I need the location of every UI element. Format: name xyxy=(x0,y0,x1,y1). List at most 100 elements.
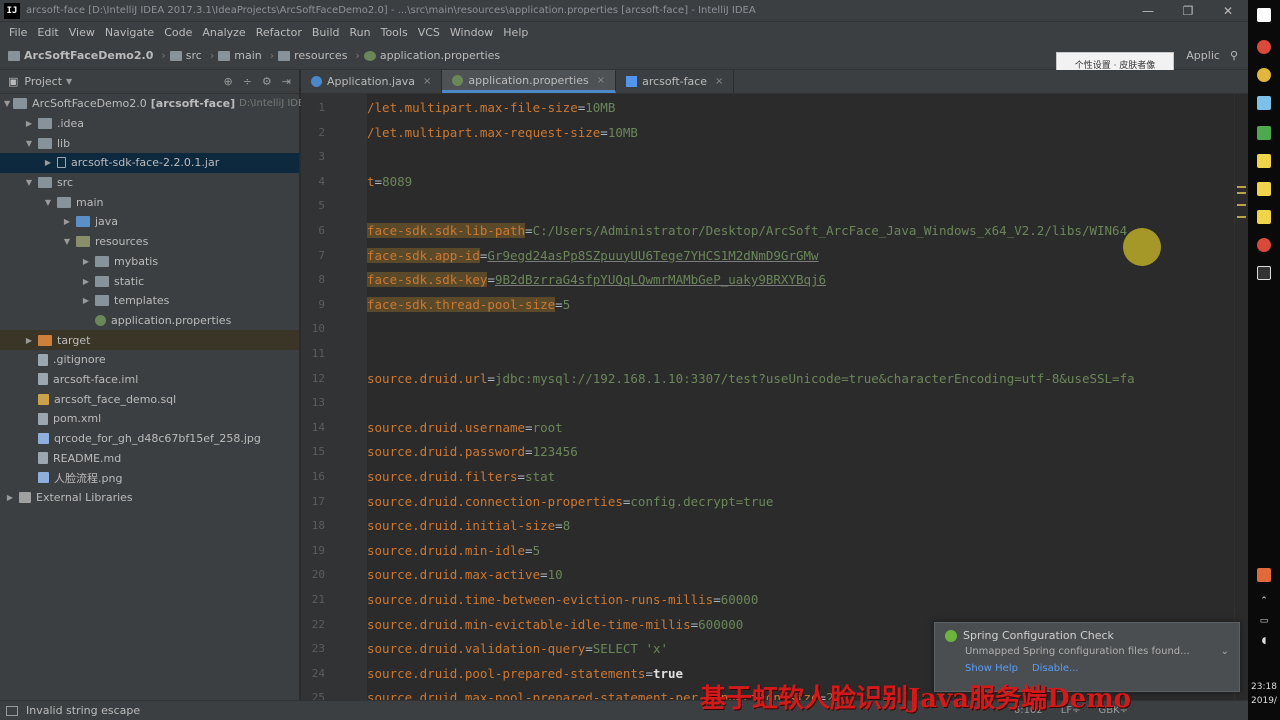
network-icon[interactable]: ▭ xyxy=(1250,616,1278,626)
chevron-right-icon[interactable]: ▶ xyxy=(4,493,16,502)
notes-icon[interactable] xyxy=(1257,210,1271,224)
tree-node[interactable]: ▼ lib xyxy=(0,133,299,153)
editor-tab[interactable]: application.properties × xyxy=(442,70,617,93)
menu-item-navigate[interactable]: Navigate xyxy=(100,26,159,39)
chevron-right-icon[interactable]: ▶ xyxy=(80,277,92,286)
menu-item-edit[interactable]: Edit xyxy=(32,26,63,39)
chevron-down-icon[interactable]: ▼ xyxy=(23,139,35,148)
tree-node[interactable]: ▶ templates xyxy=(0,291,299,311)
code-area[interactable]: /let.multipart.max-file-size=10MB/let.mu… xyxy=(367,94,1234,700)
tree-node[interactable]: ▼ ArcSoftFaceDemo2.0 [arcsoft-face] D:\Inte… xyxy=(0,94,311,114)
scroll-from-source-icon[interactable]: ⊕ xyxy=(223,75,232,88)
notes-icon[interactable] xyxy=(1257,154,1271,168)
tree-node[interactable]: README.md xyxy=(0,448,299,468)
chevron-down-icon[interactable]: ▼ xyxy=(4,99,10,108)
tree-node[interactable]: ▶ target xyxy=(0,330,299,350)
windows-start-icon[interactable] xyxy=(1257,8,1271,22)
close-tab-icon[interactable]: × xyxy=(715,76,723,87)
chrome-icon[interactable] xyxy=(1257,68,1271,82)
menu-item-build[interactable]: Build xyxy=(307,26,345,39)
breadcrumb-main[interactable]: main xyxy=(218,49,262,62)
code-line[interactable]: source.druid.connection-properties=confi… xyxy=(367,491,773,513)
tree-node[interactable]: ▼ src xyxy=(0,173,299,193)
tree-node[interactable]: ▶ static xyxy=(0,271,299,291)
editor-tab[interactable]: Application.java × xyxy=(301,70,443,93)
tree-node[interactable]: ▶ .idea xyxy=(0,114,299,134)
close-tab-icon[interactable]: × xyxy=(423,76,431,87)
tree-node[interactable]: 人脸流程.png xyxy=(0,468,299,488)
code-line[interactable]: source.druid.url=jdbc:mysql://192.168.1.… xyxy=(367,368,1135,390)
menu-item-tools[interactable]: Tools xyxy=(376,26,413,39)
close-icon[interactable]: ✕ xyxy=(1208,4,1248,18)
breadcrumb-file[interactable]: application.properties xyxy=(363,49,500,62)
menu-item-help[interactable]: Help xyxy=(498,26,533,39)
code-line[interactable]: face-sdk.thread-pool-size=5 xyxy=(367,294,570,316)
menu-item-vcs[interactable]: VCS xyxy=(413,26,445,39)
tree-node[interactable]: qrcode_for_gh_d48c67bf15ef_258.jpg xyxy=(0,429,299,449)
tree-node[interactable]: ▶ java xyxy=(0,212,299,232)
code-line[interactable]: source.druid.filters=stat xyxy=(367,466,555,488)
tree-node[interactable]: ▼ resources xyxy=(0,232,299,252)
code-line[interactable]: source.druid.pool-prepared-statements=tr… xyxy=(367,663,683,685)
chevron-right-icon[interactable]: ▶ xyxy=(61,217,73,226)
code-line[interactable]: source.druid.min-idle=5 xyxy=(367,540,540,562)
chevron-right-icon[interactable]: ▶ xyxy=(80,257,92,266)
tree-node[interactable]: arcsoft-face.iml xyxy=(0,370,299,390)
breadcrumb-project[interactable]: ArcSoftFaceDemo2.0 xyxy=(8,49,153,62)
code-line[interactable]: source.druid.password=123456 xyxy=(367,441,578,463)
tree-node[interactable]: pom.xml xyxy=(0,409,299,429)
breadcrumb-src[interactable]: src xyxy=(169,49,202,62)
show-help-link[interactable]: Show Help xyxy=(965,663,1018,674)
menu-item-analyze[interactable]: Analyze xyxy=(197,26,250,39)
tree-node[interactable]: ▶ mybatis xyxy=(0,252,299,272)
code-line[interactable]: /let.multipart.max-request-size=10MB xyxy=(367,122,638,144)
app-icon[interactable] xyxy=(1257,96,1271,110)
run-config-label[interactable]: Applic xyxy=(1186,49,1220,62)
chevron-up-icon[interactable]: ⌃ xyxy=(1250,596,1278,606)
menu-item-window[interactable]: Window xyxy=(445,26,498,39)
chevron-down-icon[interactable]: ⌄ xyxy=(1221,646,1229,657)
code-line[interactable]: face-sdk.sdk-key=9B2dBzrraG4sfpYUQqLQwmr… xyxy=(367,269,826,291)
breadcrumb-resources[interactable]: resources xyxy=(278,49,347,62)
clock-date[interactable]: 2019/ xyxy=(1250,696,1278,706)
chrome-icon[interactable] xyxy=(1257,238,1271,252)
menu-item-refactor[interactable]: Refactor xyxy=(251,26,307,39)
chevron-down-icon[interactable]: ▼ xyxy=(23,178,35,187)
gear-icon[interactable]: ⚙ xyxy=(262,75,272,88)
close-tab-icon[interactable]: × xyxy=(597,75,605,86)
search-icon[interactable]: ⚲ xyxy=(1230,49,1238,62)
code-line[interactable]: source.druid.validation-query=SELECT 'x' xyxy=(367,638,668,660)
code-line[interactable]: source.druid.username=root xyxy=(367,417,563,439)
project-view-icon[interactable]: ▣ xyxy=(8,75,18,88)
code-line[interactable]: t=8089 xyxy=(367,171,412,193)
menu-item-file[interactable]: File xyxy=(4,26,32,39)
code-line[interactable]: face-sdk.app-id=Gr9egd24asPp8SZpuuyUU6Te… xyxy=(367,245,819,267)
menu-item-view[interactable]: View xyxy=(64,26,100,39)
tree-node[interactable]: application.properties xyxy=(0,311,299,331)
project-view-label[interactable]: Project xyxy=(24,75,62,88)
disable-link[interactable]: Disable... xyxy=(1032,663,1079,674)
chevron-right-icon[interactable]: ▶ xyxy=(23,336,35,345)
tree-node[interactable]: arcsoft_face_demo.sql xyxy=(0,389,299,409)
editor-tab[interactable]: arcsoft-face × xyxy=(616,70,735,93)
chevron-right-icon[interactable]: ▶ xyxy=(23,119,35,128)
code-line[interactable]: face-sdk.sdk-lib-path=C:/Users/Administr… xyxy=(367,220,1127,242)
collapse-all-icon[interactable]: ÷ xyxy=(243,75,252,88)
code-line[interactable]: source.druid.time-between-eviction-runs-… xyxy=(367,589,758,611)
menu-item-code[interactable]: Code xyxy=(159,26,197,39)
code-line[interactable]: source.druid.max-active=10 xyxy=(367,564,563,586)
code-editor[interactable]: 1 2 3 4 5 6 7 8 9 10 11 12 13 14 15 16 17 18 19 20 21 22 23 24 2… xyxy=(301,94,1248,700)
code-line[interactable]: source.druid.min-evictable-idle-time-mil… xyxy=(367,614,743,636)
editor-scrollbar[interactable] xyxy=(1234,94,1248,700)
chevron-down-icon[interactable]: ▼ xyxy=(61,237,73,246)
chevron-right-icon[interactable]: ▶ xyxy=(80,296,92,305)
volume-icon[interactable]: ◖ xyxy=(1250,636,1278,646)
minimize-icon[interactable]: — xyxy=(1128,4,1168,18)
app-icon[interactable] xyxy=(1257,126,1271,140)
code-line[interactable]: source.druid.initial-size=8 xyxy=(367,515,570,537)
chevron-down-icon[interactable]: ▼ xyxy=(42,198,54,207)
chevron-right-icon[interactable]: ▶ xyxy=(42,158,54,167)
tool-windows-icon[interactable] xyxy=(6,705,18,716)
notes-icon[interactable] xyxy=(1257,182,1271,196)
code-line[interactable]: /let.multipart.max-file-size=10MB xyxy=(367,97,615,119)
